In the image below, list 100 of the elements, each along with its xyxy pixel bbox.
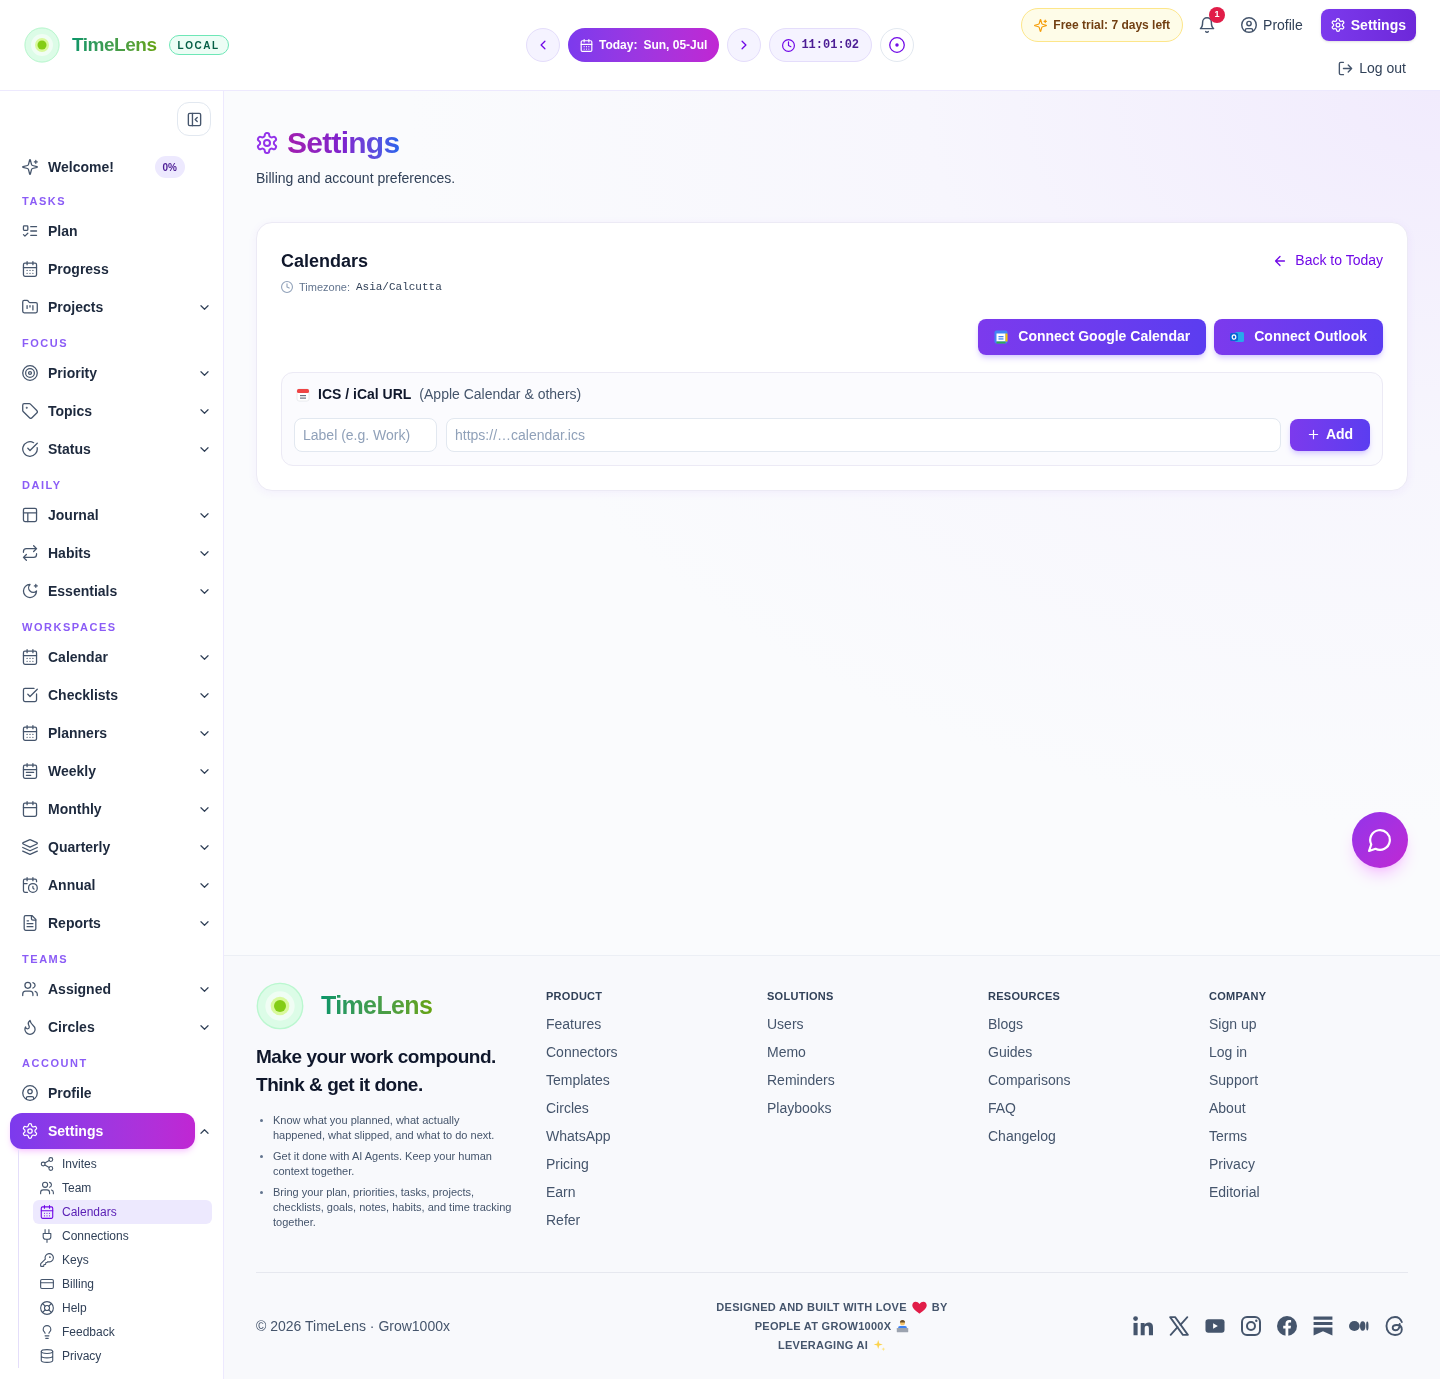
sidebar-item[interactable]: Essentials: [10, 573, 195, 609]
settings-icon: [1330, 18, 1345, 32]
footer-link[interactable]: Reminders: [767, 1066, 835, 1094]
tagline: Make your work compound.: [256, 1045, 496, 1069]
sidebar-item[interactable]: Reports: [10, 905, 195, 941]
sidebar-item[interactable]: Circles: [10, 1009, 195, 1045]
footer-link[interactable]: Circles: [546, 1094, 589, 1122]
footer-link[interactable]: Log in: [1209, 1038, 1248, 1066]
connect-button[interactable]: Connect Outlook: [1214, 318, 1383, 355]
sidebar-subitem[interactable]: Privacy: [33, 1344, 212, 1368]
sidebar-item[interactable]: Plan: [10, 213, 195, 249]
facebook-icon[interactable]: [1277, 1316, 1297, 1336]
mode-badge: LOCAL: [168, 35, 229, 55]
sidebar-subitem[interactable]: Team: [33, 1176, 212, 1200]
sidebar-item[interactable]: Checklists: [10, 677, 195, 713]
footer-link[interactable]: Guides: [988, 1038, 1033, 1066]
bullet-icon: [260, 1191, 263, 1194]
footer-link[interactable]: About: [1209, 1094, 1246, 1122]
chat-bubble-icon: [1368, 828, 1392, 852]
sidebar-item[interactable]: Profile: [10, 1075, 195, 1111]
folder-icon: [22, 299, 38, 315]
footer-link[interactable]: Sign up: [1209, 1010, 1257, 1038]
back-link[interactable]: Back to Today: [1273, 250, 1383, 271]
sidebar-subitem[interactable]: Feedback: [33, 1320, 212, 1344]
footer-link[interactable]: Playbooks: [767, 1094, 832, 1122]
footer-link[interactable]: Templates: [546, 1066, 610, 1094]
sidebar-item[interactable]: Monthly: [10, 791, 195, 827]
url-field[interactable]: https://…calendar.ics: [446, 417, 1281, 452]
progress-badge: 0%: [154, 156, 185, 178]
clock-icon: [782, 38, 796, 52]
credit-text: LEVERAGING AI: [778, 1337, 868, 1353]
lightbulb-icon: [40, 1325, 54, 1339]
sidebar-item[interactable]: Progress: [10, 251, 195, 287]
collapse-sidebar-button[interactable]: [177, 102, 211, 136]
footer-link[interactable]: Comparisons: [988, 1066, 1071, 1094]
at-sign-icon[interactable]: [1385, 1316, 1405, 1336]
sidebar-item[interactable]: Weekly: [10, 753, 195, 789]
footer-link[interactable]: FAQ: [988, 1094, 1016, 1122]
sidebar-subitem[interactable]: Help: [33, 1296, 212, 1320]
instagram-icon[interactable]: [1241, 1316, 1261, 1336]
document-icon: [22, 915, 38, 931]
banner-icon[interactable]: [1313, 1316, 1333, 1336]
section-heading: DAILY: [21, 477, 63, 493]
settings-button[interactable]: Settings: [1320, 9, 1416, 41]
sidebar-subitem[interactable]: Billing: [33, 1272, 212, 1296]
x-logo-icon[interactable]: [1169, 1316, 1189, 1336]
footer-link[interactable]: Memo: [767, 1038, 806, 1066]
linkedin-icon[interactable]: [1133, 1316, 1153, 1336]
notifications-button[interactable]: 1: [1199, 7, 1226, 33]
layers-icon: [22, 839, 38, 855]
sidebar-item[interactable]: Topics: [10, 393, 195, 429]
sidebar-item[interactable]: Calendar: [10, 639, 195, 675]
sparkles-icon: [22, 159, 38, 175]
sidebar-item[interactable]: Habits: [10, 535, 195, 571]
sidebar-item[interactable]: Journal: [10, 497, 195, 533]
sidebar-subitem[interactable]: Keys: [33, 1248, 212, 1272]
chat-button[interactable]: [1352, 812, 1408, 868]
sidebar-item[interactable]: Annual: [10, 867, 195, 903]
sidebar-subitem[interactable]: Calendars: [33, 1200, 212, 1224]
checkbox-icon: [22, 687, 38, 703]
footer-link[interactable]: Support: [1209, 1066, 1259, 1094]
footer-link[interactable]: Changelog: [988, 1122, 1056, 1150]
sidebar-item[interactable]: Quarterly: [10, 829, 195, 865]
footer-link[interactable]: Blogs: [988, 1010, 1024, 1038]
add-button[interactable]: Add: [1290, 418, 1370, 451]
sidebar-item[interactable]: Assigned: [10, 971, 195, 1007]
logout-link[interactable]: Log out: [1338, 58, 1406, 79]
footer-link[interactable]: Connectors: [546, 1038, 618, 1066]
round-icon-button[interactable]: [880, 28, 915, 62]
outlook-logo-icon: [1230, 329, 1245, 344]
clock-time: 11:01:02: [801, 37, 860, 54]
footer-link[interactable]: Earn: [546, 1178, 576, 1206]
label-field[interactable]: Label (e.g. Work): [294, 417, 437, 452]
footer-link[interactable]: Editorial: [1209, 1178, 1260, 1206]
trial-button[interactable]: Free trial: 7 days left: [1021, 8, 1184, 42]
sidebar-item[interactable]: Projects: [10, 289, 195, 325]
sidebar-item[interactable]: Planners: [10, 715, 195, 751]
sidebar-subitem[interactable]: Invites: [33, 1152, 212, 1176]
date-button[interactable]: Today: Sun, 05-Jul: [567, 28, 720, 62]
connect-button[interactable]: Connect Google Calendar: [978, 318, 1207, 355]
footer-link[interactable]: Features: [546, 1010, 602, 1038]
footer-link[interactable]: Privacy: [1209, 1150, 1255, 1178]
footer-link[interactable]: WhatsApp: [546, 1122, 611, 1150]
sidebar-subitem[interactable]: Connections: [33, 1224, 212, 1248]
target-icon: [22, 365, 38, 381]
footer-link[interactable]: Pricing: [546, 1150, 589, 1178]
sidebar-item[interactable]: Welcome! 0%: [10, 149, 195, 185]
profile-link[interactable]: Profile: [1241, 14, 1303, 36]
footer-link[interactable]: Terms: [1209, 1122, 1248, 1150]
circle-dot-icon: [889, 37, 906, 53]
footer-link[interactable]: Users: [767, 1010, 804, 1038]
sidebar-item[interactable]: Settings: [10, 1113, 195, 1149]
youtube-icon[interactable]: [1205, 1316, 1225, 1336]
sidebar-item[interactable]: Priority: [10, 355, 195, 391]
plug-icon: [40, 1229, 54, 1243]
section-heading: FOCUS: [21, 335, 70, 351]
timezone-label: Timezone:: [299, 280, 350, 295]
sidebar-item[interactable]: Status: [10, 431, 195, 467]
footer-link[interactable]: Refer: [546, 1206, 581, 1234]
footer-heading: RESOURCES: [988, 989, 1061, 1003]
